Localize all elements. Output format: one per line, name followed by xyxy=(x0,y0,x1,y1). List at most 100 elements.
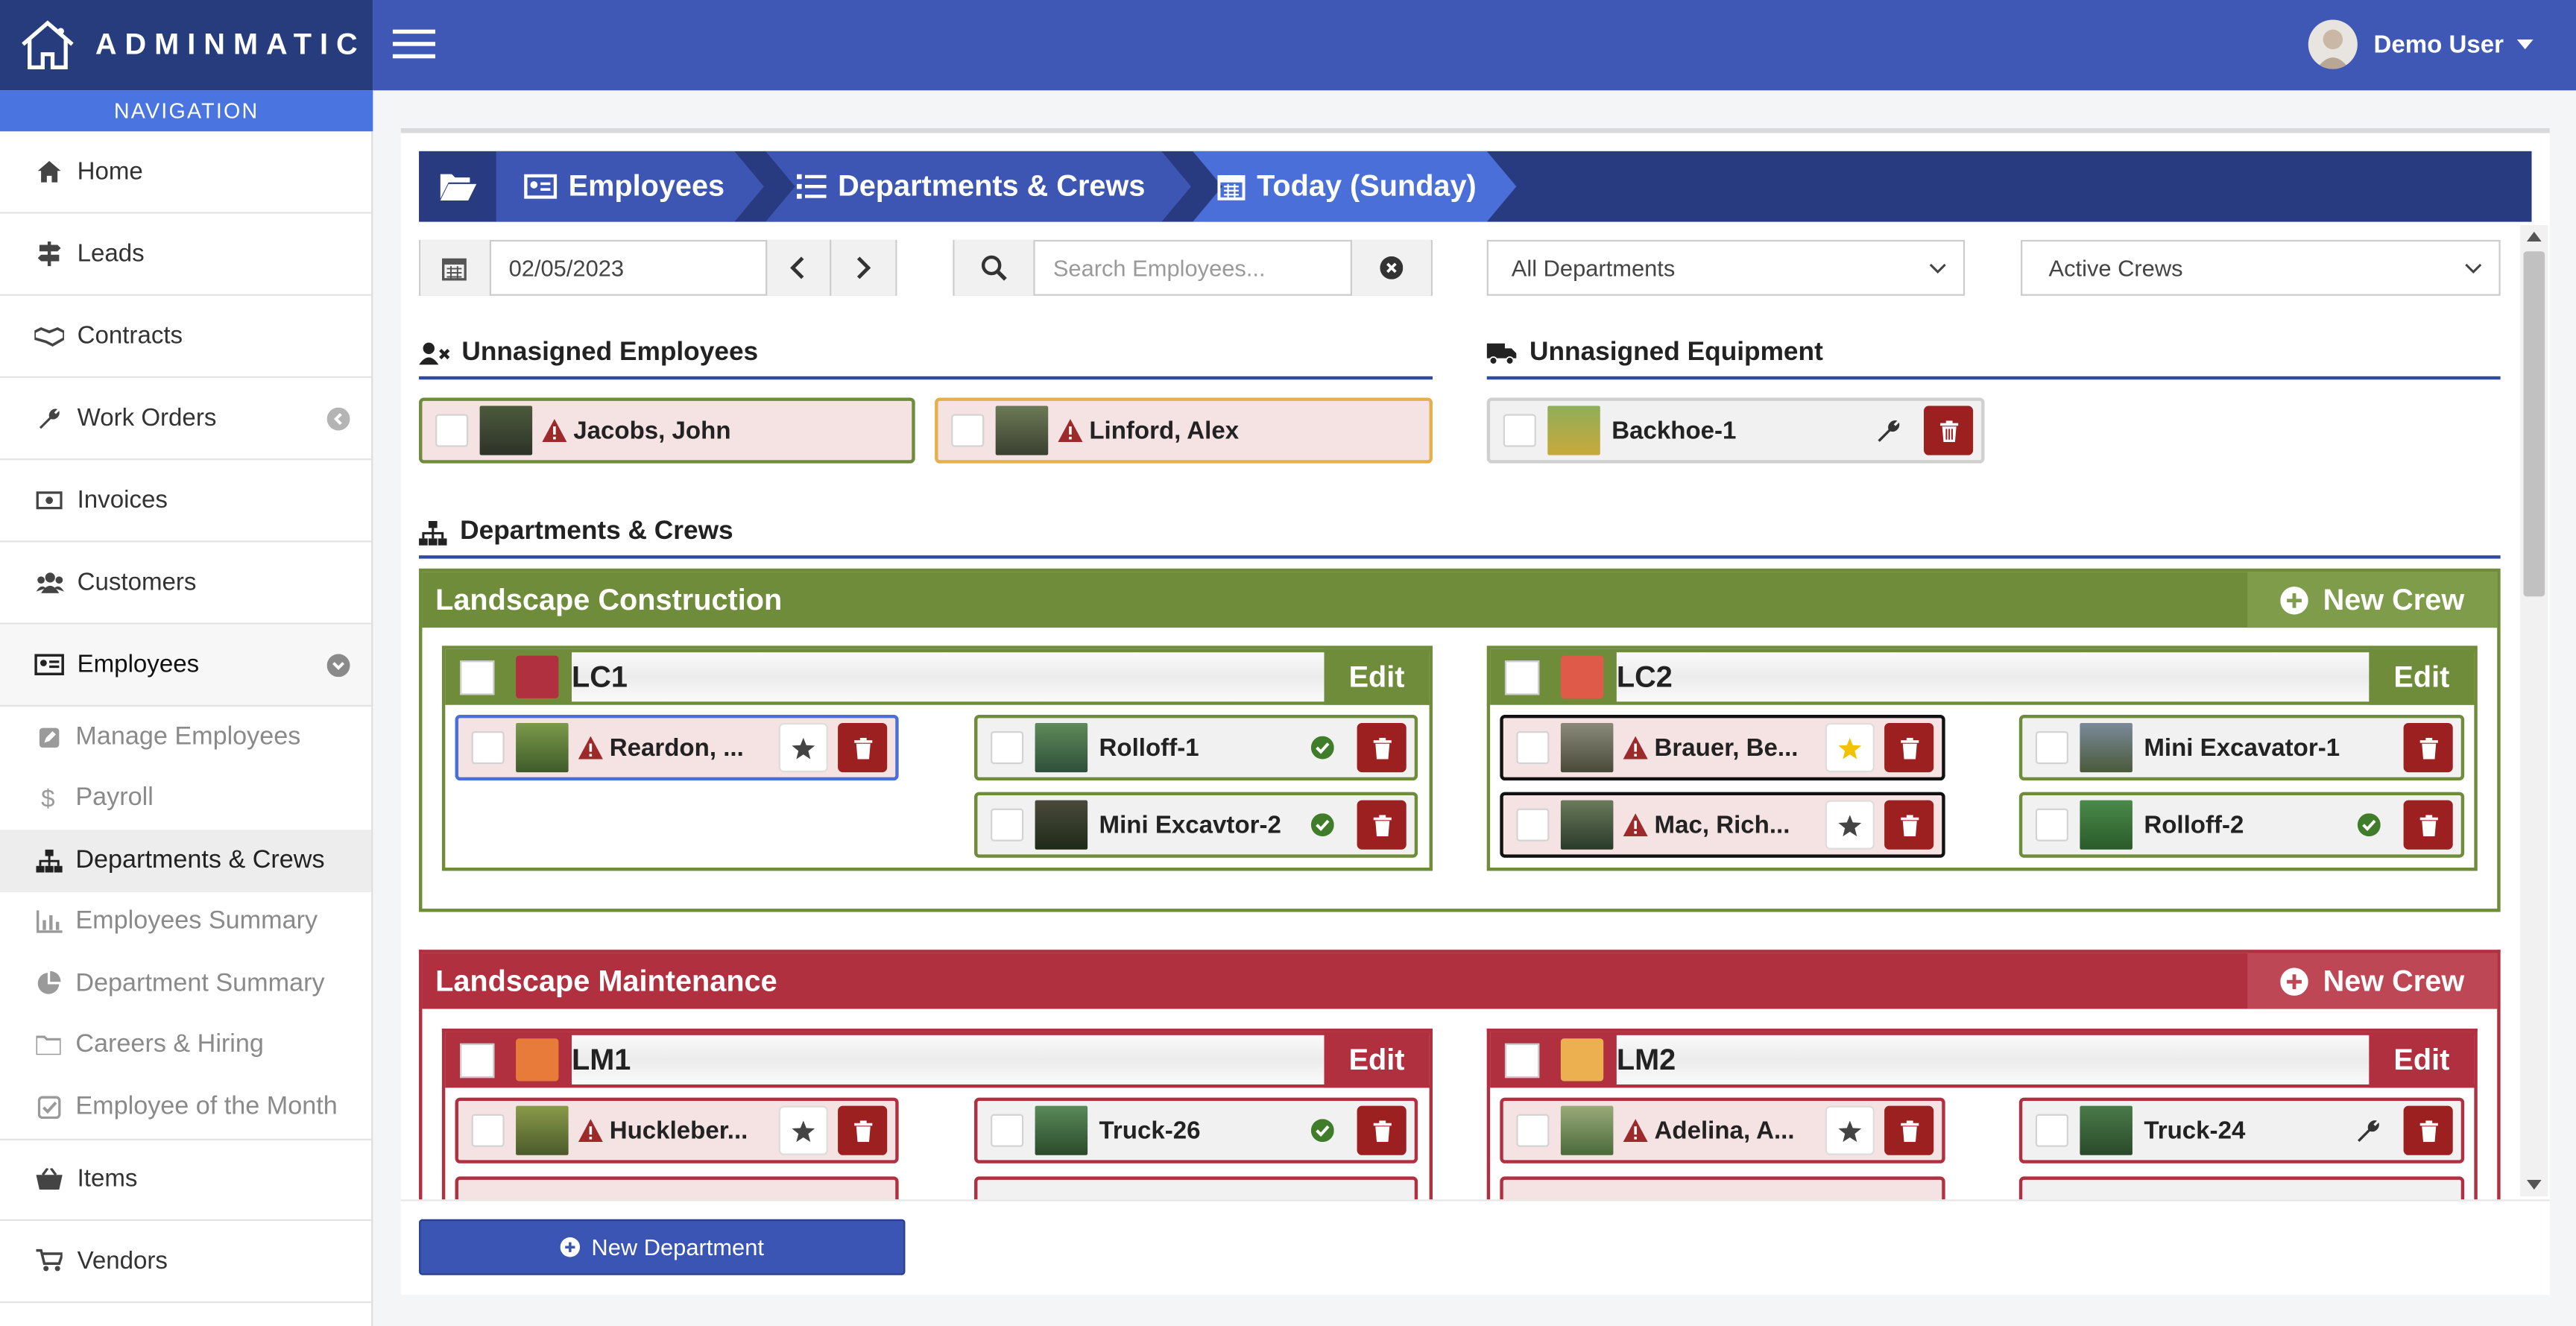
search-icon[interactable] xyxy=(954,239,1035,296)
edit-crew-button[interactable]: Edit xyxy=(2369,648,2475,705)
chevron-down-icon[interactable] xyxy=(326,654,350,678)
sidebar-item-work-orders[interactable]: Work Orders xyxy=(0,378,372,461)
select-checkbox[interactable] xyxy=(2035,808,2068,842)
chevron-right-icon xyxy=(857,256,871,280)
breadcrumb-departments-crews[interactable]: Departments & Crews xyxy=(764,151,1145,222)
equipment-card[interactable]: Rolloff-1 xyxy=(974,714,1418,781)
delete-button[interactable] xyxy=(1924,405,1974,455)
equipment-card[interactable]: Backhoe-1 xyxy=(1486,397,1985,464)
select-checkbox[interactable] xyxy=(1503,414,1536,447)
crew-select-checkbox[interactable] xyxy=(1504,1042,1540,1078)
sidebar-item-vendors[interactable]: Vendors xyxy=(0,1220,372,1303)
next-day-button[interactable] xyxy=(830,239,896,296)
edit-crew-button[interactable]: Edit xyxy=(2369,1032,2475,1088)
select-checkbox[interactable] xyxy=(1516,731,1550,765)
set-leader-button[interactable] xyxy=(778,1105,828,1155)
equipment-card[interactable]: Truck-24 xyxy=(2018,1097,2465,1164)
edit-crew-button[interactable]: Edit xyxy=(1324,648,1430,705)
sidebar-item-home[interactable]: Home xyxy=(0,131,372,214)
crew-leader-star[interactable] xyxy=(1825,722,1875,773)
scrollbar-thumb[interactable] xyxy=(2523,251,2545,597)
equipment-card[interactable]: Truck-26 xyxy=(974,1097,1418,1164)
equipment-card[interactable]: Rolloff-2 xyxy=(2018,792,2465,858)
breadcrumb-employees[interactable]: Employees xyxy=(491,151,724,222)
delete-button[interactable] xyxy=(1357,800,1407,850)
delete-button[interactable] xyxy=(2403,722,2453,773)
set-leader-button[interactable] xyxy=(778,722,828,773)
sidebar-subitem-manage-employees[interactable]: Manage Employees xyxy=(0,706,372,768)
delete-button[interactable] xyxy=(2403,800,2453,850)
delete-button[interactable] xyxy=(1357,1105,1407,1155)
equipment-card[interactable] xyxy=(2018,1176,2465,1200)
sidebar-item-contracts[interactable]: Contracts xyxy=(0,296,372,379)
date-input[interactable]: 02/05/2023 xyxy=(490,255,765,281)
set-leader-button[interactable] xyxy=(1825,800,1875,850)
sidebar-subitem-employees-summary[interactable]: Employees Summary xyxy=(0,891,372,953)
select-checkbox[interactable] xyxy=(435,414,469,447)
select-checkbox[interactable] xyxy=(471,731,505,765)
employee-card[interactable]: Adelina, A... xyxy=(1500,1097,1945,1164)
sidebar-subitem-payroll[interactable]: $ Payroll xyxy=(0,768,372,830)
sidebar-item-items[interactable]: Items xyxy=(0,1137,372,1220)
employee-card[interactable]: Huckleber... xyxy=(455,1097,899,1164)
equipment-card[interactable] xyxy=(974,1176,1418,1200)
sidebar-subitem-careers-hiring[interactable]: Careers & Hiring xyxy=(0,1014,372,1076)
app-logo[interactable]: ADMINMATIC xyxy=(0,0,373,91)
sidebar-item-invoices[interactable]: Invoices xyxy=(0,460,372,543)
chevron-left-icon[interactable] xyxy=(326,407,350,431)
crew-select-checkbox[interactable] xyxy=(1504,660,1540,695)
list-icon xyxy=(796,174,827,199)
set-leader-button[interactable] xyxy=(1825,1105,1875,1155)
select-checkbox[interactable] xyxy=(471,1114,505,1147)
sidebar-item-customers[interactable]: Customers xyxy=(0,542,372,625)
sidebar-subitem-department-summary[interactable]: Department Summary xyxy=(0,953,372,1015)
select-checkbox[interactable] xyxy=(1516,808,1550,842)
delete-button[interactable] xyxy=(838,722,888,773)
scroll-down-icon[interactable] xyxy=(2526,1179,2542,1190)
new-crew-button[interactable]: New Crew xyxy=(2247,572,2498,628)
select-checkbox[interactable] xyxy=(1516,1114,1550,1147)
breadcrumb-today[interactable]: Today (Sunday) xyxy=(1184,151,1477,222)
user-menu[interactable]: Demo User xyxy=(2308,19,2534,69)
search-input[interactable]: Search Employees... xyxy=(1035,255,1351,281)
select-checkbox[interactable] xyxy=(2035,1114,2068,1147)
select-checkbox[interactable] xyxy=(951,414,985,447)
employee-card[interactable] xyxy=(455,1176,899,1200)
department-select[interactable]: All Departments xyxy=(1486,239,1966,296)
select-checkbox[interactable] xyxy=(991,731,1024,765)
employee-card[interactable]: Reardon, ... xyxy=(455,714,899,781)
sidebar-subitem-departments-crews[interactable]: Departments & Crews xyxy=(0,830,372,891)
delete-button[interactable] xyxy=(1884,800,1934,850)
employee-name: Jacobs, John xyxy=(573,416,731,445)
equipment-card[interactable]: Mini Excavator-1 xyxy=(2018,714,2465,781)
new-department-button[interactable]: New Department xyxy=(419,1219,906,1275)
crew-select-checkbox[interactable] xyxy=(460,660,495,695)
sidebar-subitem-employee-of-the-month[interactable]: Employee of the Month xyxy=(0,1076,372,1138)
select-checkbox[interactable] xyxy=(991,1114,1024,1147)
delete-button[interactable] xyxy=(1357,722,1407,773)
prev-day-button[interactable] xyxy=(765,239,830,296)
employee-card[interactable] xyxy=(1500,1176,1945,1200)
select-checkbox[interactable] xyxy=(991,808,1024,842)
hamburger-menu-icon[interactable] xyxy=(392,28,436,60)
employee-card[interactable]: Mac, Rich... xyxy=(1500,792,1945,858)
crews-select[interactable]: Active Crews xyxy=(2021,239,2501,296)
delete-button[interactable] xyxy=(2403,1105,2453,1155)
select-checkbox[interactable] xyxy=(2035,731,2068,765)
scroll-up-icon[interactable] xyxy=(2526,231,2542,242)
employee-card[interactable]: Brauer, Be... xyxy=(1500,714,1945,781)
employee-card[interactable]: Jacobs, John xyxy=(419,397,915,464)
employee-card[interactable]: Linford, Alex xyxy=(935,397,1433,464)
clear-search-button[interactable] xyxy=(1350,239,1431,296)
calendar-icon[interactable] xyxy=(420,239,491,296)
sidebar-item-employees[interactable]: Employees xyxy=(0,624,372,707)
equipment-card[interactable]: Mini Excavtor-2 xyxy=(974,792,1418,858)
new-crew-button[interactable]: New Crew xyxy=(2247,953,2498,1009)
delete-button[interactable] xyxy=(838,1105,888,1155)
sidebar-item-leads[interactable]: Leads xyxy=(0,214,372,296)
delete-button[interactable] xyxy=(1884,1105,1934,1155)
edit-crew-button[interactable]: Edit xyxy=(1324,1032,1430,1088)
delete-button[interactable] xyxy=(1884,722,1934,773)
folder-open-icon[interactable] xyxy=(440,171,477,201)
crew-select-checkbox[interactable] xyxy=(460,1042,495,1078)
